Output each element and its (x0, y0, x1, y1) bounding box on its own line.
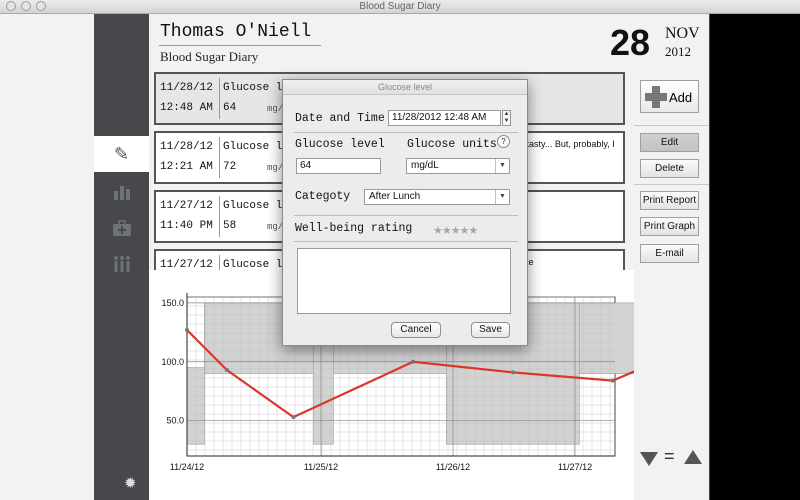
diary-subtitle: Blood Sugar Diary (160, 49, 259, 64)
wellbeing-label: Well-being rating (295, 222, 413, 235)
dialog-divider (294, 241, 518, 242)
title-bar: Blood Sugar Diary (0, 0, 800, 14)
pencil-icon[interactable]: ✎ (94, 136, 149, 172)
sidebar: ✎ ✹ (94, 14, 149, 500)
current-year: 2012 (665, 44, 691, 59)
glucose-units-label: Glucose units (407, 138, 497, 151)
current-day: 28 (610, 22, 651, 63)
delete-button[interactable]: Delete (640, 159, 699, 178)
first-aid-kit-icon[interactable] (94, 210, 149, 246)
y-tick-label: 100.0 (161, 357, 184, 367)
help-button[interactable]: ? (497, 135, 510, 148)
edit-button[interactable]: Edit (640, 133, 699, 152)
bar-chart-icon-graphic (113, 186, 130, 200)
dialog-divider (294, 132, 518, 133)
app-window: Blood Sugar Diary ✎ ✹ Thomas O'Niell Blo… (0, 0, 800, 500)
entry-value: 72 (223, 161, 237, 173)
entry-divider (219, 255, 220, 270)
wellbeing-stars[interactable]: ★★★★★ (433, 224, 478, 237)
data-point[interactable] (510, 370, 515, 375)
entry-date: 11/27/12 (160, 200, 213, 212)
email-button[interactable]: E-mail (640, 244, 699, 263)
data-point[interactable] (291, 415, 296, 420)
gear-icon[interactable]: ✹ (124, 474, 137, 492)
entry-value: 64 (223, 102, 237, 114)
chart-navigation: = (638, 446, 706, 470)
toolbar-divider (634, 184, 709, 185)
date-time-field[interactable]: 11/28/2012 12:48 AM (388, 110, 501, 126)
right-toolbar: Add Edit Delete Print Report Print Graph… (634, 70, 709, 500)
category-label: Categoty (295, 190, 351, 203)
glucose-level-label: Glucose level (295, 138, 385, 151)
entry-time: 12:21 AM (160, 161, 213, 173)
toolbar-divider (634, 125, 709, 126)
entry-divider (219, 78, 220, 119)
add-button[interactable]: Add (640, 80, 699, 113)
name-underline (159, 45, 321, 46)
entry-note: o tasty... But, probably, I (519, 139, 615, 149)
entry-value: 58 (223, 220, 237, 232)
data-point[interactable] (224, 368, 229, 373)
header: Thomas O'Niell Blood Sugar Diary 28 NOV … (149, 14, 709, 70)
notes-textarea[interactable] (297, 248, 511, 314)
x-tick-label: 11/25/12 (304, 462, 338, 472)
first-aid-kit-icon-graphic (112, 219, 131, 236)
entry-time: 11:40 PM (160, 220, 213, 232)
people-icon[interactable] (94, 246, 149, 282)
glucose-units-select[interactable]: mg/dL ▼ (406, 158, 510, 174)
current-month: NOV (665, 25, 700, 42)
entry-date: 11/27/12 (160, 259, 213, 270)
target-range-band (579, 302, 673, 374)
data-point[interactable] (411, 359, 416, 364)
arrow-down-icon[interactable] (640, 452, 658, 466)
glucose-units-value: mg/dL (411, 160, 439, 171)
entry-divider (219, 137, 220, 178)
glucose-level-field[interactable]: 64 (296, 158, 381, 174)
y-tick-label: 150.0 (161, 298, 184, 308)
entry-date: 11/28/12 (160, 141, 213, 153)
x-tick-label: 11/24/12 (170, 462, 204, 472)
date-time-label: Date and Time (295, 112, 385, 125)
category-value: After Lunch (369, 191, 421, 202)
chevron-down-icon: ▼ (495, 190, 509, 204)
print-graph-button[interactable]: Print Graph (640, 217, 699, 236)
people-icon-graphic (113, 256, 130, 272)
save-button[interactable]: Save (471, 322, 510, 338)
data-point[interactable] (610, 378, 615, 383)
y-tick-label: 50.0 (166, 416, 184, 426)
data-point[interactable] (185, 327, 189, 332)
entry-time: 12:48 AM (160, 102, 213, 114)
add-button-label: Add (669, 90, 693, 105)
date-time-stepper[interactable]: ▲ ▼ (502, 110, 511, 126)
glucose-level-dialog: Glucose level Date and Time 11/28/2012 1… (282, 79, 528, 346)
dialog-title: Glucose level (283, 80, 527, 95)
patient-name: Thomas O'Niell (160, 22, 312, 42)
bar-chart-icon[interactable] (94, 174, 149, 210)
arrow-up-icon[interactable] (684, 450, 702, 464)
window-backdrop (709, 14, 800, 500)
cancel-button[interactable]: Cancel (391, 322, 441, 338)
window-title: Blood Sugar Diary (359, 1, 441, 12)
entry-date: 11/28/12 (160, 82, 213, 94)
chevron-down-icon: ▼ (495, 159, 509, 173)
category-select[interactable]: After Lunch ▼ (364, 189, 510, 205)
entry-divider (219, 196, 220, 237)
target-range-band (186, 367, 205, 445)
x-tick-label: 11/26/12 (436, 462, 470, 472)
equal-button[interactable]: = (664, 446, 675, 467)
plus-icon (645, 86, 667, 108)
x-tick-label: 11/27/12 (558, 462, 592, 472)
dialog-divider (294, 215, 518, 216)
print-report-button[interactable]: Print Report (640, 191, 699, 210)
window-edge (709, 14, 710, 500)
